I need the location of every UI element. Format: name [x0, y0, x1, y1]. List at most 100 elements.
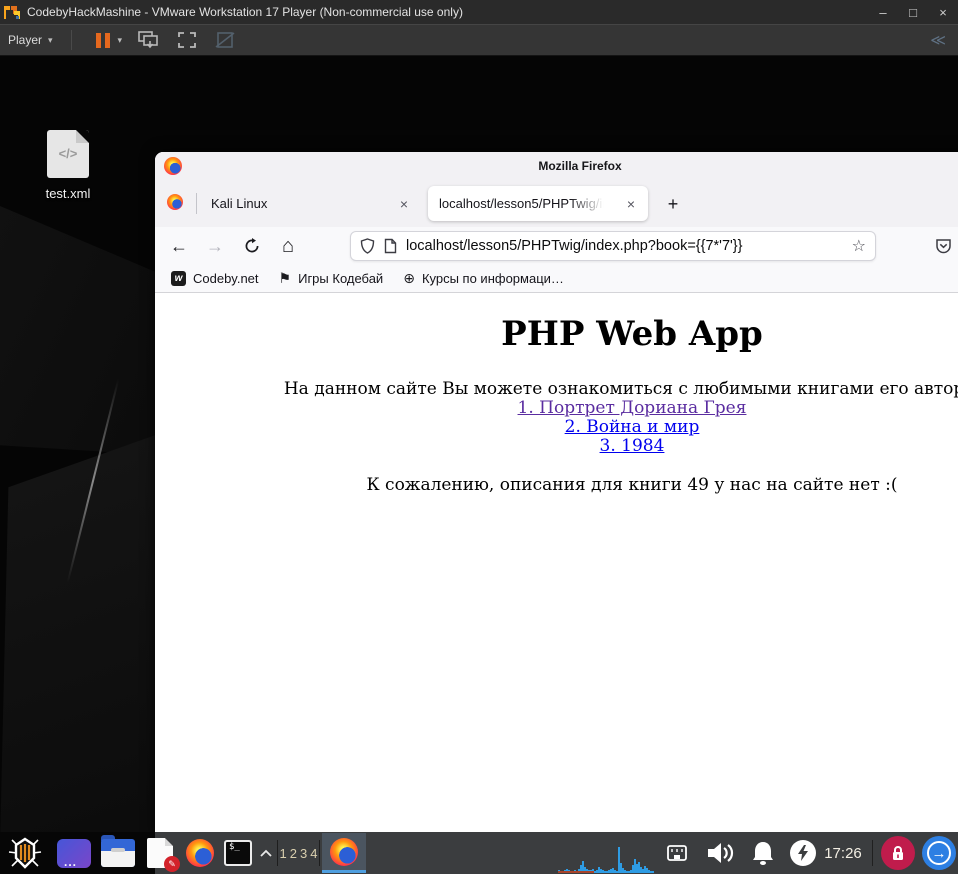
url-text[interactable]: localhost/lesson5/PHPTwig/index.php?book…: [406, 238, 852, 254]
workspace-1[interactable]: 1: [280, 846, 290, 861]
tab-localhost-active[interactable]: localhost/lesson5/PHPTwig/in ×: [428, 186, 648, 221]
url-bar[interactable]: localhost/lesson5/PHPTwig/index.php?book…: [350, 231, 876, 261]
app-window-icon: [57, 838, 91, 868]
book-link-1[interactable]: 1. Портрет Дориана Грея: [155, 399, 958, 418]
shield-icon[interactable]: [360, 238, 375, 254]
taskbar: ✎ $_ 1 2 3 4: [0, 832, 958, 874]
page-message-text: К сожалению, описания для книги 49 у нас…: [366, 475, 898, 495]
chevron-down-icon: ▾: [48, 34, 53, 45]
globe-icon: ⊕: [403, 270, 415, 286]
new-tab-button[interactable]: +: [660, 191, 686, 217]
firefox-icon: [186, 839, 214, 867]
firefox-launcher-button[interactable]: [181, 832, 219, 874]
terminal-button[interactable]: $_: [219, 832, 257, 874]
vmware-logo-icon: [4, 5, 20, 19]
lock-screen-button[interactable]: [878, 832, 918, 874]
workspace-pager[interactable]: 1 2 3 4: [280, 832, 320, 874]
logout-icon: →: [922, 836, 956, 870]
vmware-titlebar: CodebyHackMashine - VMware Workstation 1…: [0, 0, 958, 24]
suspend-vm-button[interactable]: [95, 32, 110, 48]
bookmark-codeby[interactable]: w Codeby.net: [167, 269, 263, 288]
file-manager-button[interactable]: [97, 832, 139, 874]
text-editor-icon: ✎: [147, 838, 180, 872]
kali-menu-icon: [8, 837, 42, 869]
forward-icon: →: [206, 235, 224, 256]
suspend-dropdown-icon[interactable]: ▾: [118, 35, 123, 46]
panel-expand-button[interactable]: [255, 832, 277, 874]
power-icon: [790, 840, 816, 866]
page-intro-text: На данном сайте Вы можете ознакомиться с…: [283, 379, 958, 399]
terminal-icon: $_: [224, 840, 252, 866]
fullscreen-icon[interactable]: [176, 31, 198, 49]
tab-bar: Kali Linux × localhost/lesson5/PHPTwig/i…: [155, 180, 958, 227]
workspace-3[interactable]: 3: [300, 846, 310, 861]
screen: CodebyHackMashine - VMware Workstation 1…: [0, 0, 958, 874]
taskbar-divider: [872, 840, 873, 866]
codeby-icon: w: [171, 271, 186, 286]
firefox-icon: [330, 837, 358, 866]
vmware-window-title: CodebyHackMashine - VMware Workstation 1…: [27, 5, 463, 19]
app-window-button[interactable]: [53, 832, 95, 874]
file-manager-icon: [101, 835, 135, 867]
firefox-window-title: Mozilla Firefox: [538, 159, 622, 173]
collapse-toolbar-button[interactable]: ≪: [930, 31, 946, 49]
power-manager-tray-button[interactable]: [786, 832, 820, 874]
reload-icon[interactable]: [240, 234, 264, 258]
toolbar-divider: [70, 30, 72, 50]
bookmark-star-icon[interactable]: ☆: [852, 236, 866, 256]
close-button[interactable]: ×: [928, 0, 958, 24]
file-name-label: test.xml: [45, 186, 91, 201]
bookmark-label: Игры Кодебай: [298, 271, 384, 286]
vm-desktop: </> test.xml Mozilla Firefox Kali Linux …: [0, 56, 958, 874]
home-icon[interactable]: ⌂: [276, 234, 300, 258]
bookmark-label: Курсы по информаци…: [421, 271, 564, 286]
book-link-2[interactable]: 2. Война и мир: [155, 418, 958, 437]
ethernet-icon: [667, 845, 687, 861]
player-menu[interactable]: Player ▾: [0, 25, 61, 55]
volume-tray-button[interactable]: [700, 832, 742, 874]
book-link-3[interactable]: 3. 1984: [155, 437, 958, 456]
unity-mode-icon: [215, 32, 235, 48]
desktop-file-test-xml[interactable]: </> test.xml: [26, 130, 110, 201]
page-info-icon[interactable]: [384, 238, 397, 254]
network-graph[interactable]: [558, 843, 658, 873]
taskbar-divider: [277, 840, 278, 866]
kali-menu-button[interactable]: [2, 832, 48, 874]
vmware-toolbar: Player ▾ ▾ ≪: [0, 24, 958, 56]
network-graph-baseline: [558, 871, 594, 873]
firefox-logo-icon: [164, 157, 182, 175]
text-editor-button[interactable]: ✎: [139, 832, 181, 874]
taskbar-divider: [319, 840, 320, 866]
bookmarks-toolbar: w Codeby.net ⚑ Игры Кодебай ⊕ Курсы по и…: [155, 265, 958, 293]
minimize-button[interactable]: –: [868, 0, 898, 24]
firefox-window: Mozilla Firefox Kali Linux × localhost/l…: [155, 152, 958, 834]
book-links: 1. Портрет Дориана Грея 2. Война и мир 3…: [155, 399, 958, 456]
bookmark-games[interactable]: ⚑ Игры Кодебай: [275, 268, 388, 289]
flag-icon: ⚑: [278, 270, 292, 286]
task-firefox-active[interactable]: [322, 833, 366, 873]
player-menu-label: Player: [8, 33, 43, 47]
logout-button[interactable]: →: [920, 832, 958, 874]
notifications-tray-button[interactable]: [744, 832, 782, 874]
maximize-button[interactable]: □: [898, 0, 928, 24]
pinned-tab-favicon[interactable]: [167, 194, 183, 210]
chevron-up-icon: [260, 849, 272, 857]
web-page-content: PHP Web App На данном сайте Вы можете оз…: [155, 293, 958, 833]
workspace-2[interactable]: 2: [290, 846, 300, 861]
bookmark-courses[interactable]: ⊕ Курсы по информаци…: [399, 268, 568, 289]
clock[interactable]: 17:26: [818, 832, 868, 874]
pocket-icon[interactable]: [931, 234, 955, 258]
tab-close-icon[interactable]: ×: [395, 195, 413, 213]
tab-label: Kali Linux: [211, 196, 268, 211]
page-title: PHP Web App: [501, 314, 763, 354]
bookmark-label: Codeby.net: [193, 271, 259, 286]
network-tray-button[interactable]: [662, 832, 692, 874]
send-ctrl-alt-del-icon[interactable]: [138, 31, 160, 49]
volume-icon: [708, 843, 734, 863]
tab-close-icon[interactable]: ×: [622, 195, 640, 213]
firefox-titlebar[interactable]: Mozilla Firefox: [155, 152, 958, 180]
xml-file-icon: </>: [47, 130, 89, 178]
back-icon[interactable]: ←: [167, 234, 191, 258]
tab-kali-linux[interactable]: Kali Linux ×: [197, 186, 427, 221]
lock-icon: [881, 836, 915, 870]
